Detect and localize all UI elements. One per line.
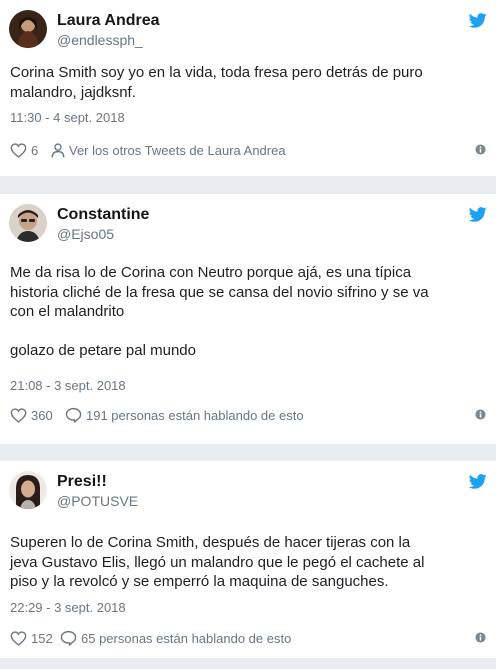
tweet-text: Superen lo de Corina Smith, después de h… [10, 534, 425, 590]
tweet-card-2: Constantine @Ejso05 Me da risa lo de Cor… [0, 194, 496, 444]
secondary-action-label: Ver los otros Tweets de Laura Andrea [69, 142, 286, 158]
user-handle[interactable]: @Ejso05 [57, 226, 114, 242]
like-button[interactable]: 6 [10, 140, 38, 160]
tweet-timestamp[interactable]: 21:08 - 3 sept. 2018 [10, 378, 126, 393]
comment-icon [65, 407, 82, 423]
display-name[interactable]: Laura Andrea [57, 12, 160, 30]
twitter-bird-icon[interactable] [469, 474, 487, 489]
info-icon[interactable] [475, 632, 486, 643]
tweet-timestamp[interactable]: 22:29 - 3 sept. 2018 [10, 600, 126, 615]
twitter-bird-icon[interactable] [469, 207, 487, 222]
like-button[interactable]: 152 [10, 628, 53, 648]
tweet-actions: 6 Ver los otros Tweets de Laura Andrea [10, 140, 486, 160]
display-name[interactable]: Presi!! [57, 473, 107, 491]
secondary-action-label: 191 personas están hablando de esto [86, 407, 304, 423]
secondary-action-link[interactable]: Ver los otros Tweets de Laura Andrea [51, 140, 286, 160]
info-icon[interactable] [475, 144, 486, 155]
heart-icon [10, 407, 27, 423]
comment-icon [60, 630, 77, 646]
tweet-actions: 152 65 personas están hablando de esto [10, 628, 486, 648]
secondary-action-label: 65 personas están hablando de esto [81, 630, 292, 646]
avatar[interactable] [9, 204, 47, 242]
user-handle[interactable]: @endlessph_ [57, 32, 143, 48]
avatar[interactable] [9, 10, 47, 48]
person-icon [51, 142, 65, 157]
tweet-text: Me da risa lo de Corina con Neutro porqu… [10, 264, 429, 359]
heart-icon [10, 142, 27, 158]
avatar[interactable] [9, 471, 47, 509]
user-handle[interactable]: @POTUSVE [57, 493, 138, 509]
like-count: 152 [31, 630, 53, 646]
tweet-text: Corina Smith soy yo en la vida, toda fre… [10, 64, 423, 101]
tweet-card-1: Laura Andrea @endlessph_ Corina Smith so… [0, 0, 496, 176]
like-button[interactable]: 360 [10, 405, 53, 425]
display-name[interactable]: Constantine [57, 206, 149, 224]
twitter-bird-icon[interactable] [469, 13, 487, 28]
secondary-action-link[interactable]: 65 personas están hablando de esto [60, 628, 291, 648]
like-count: 360 [31, 407, 53, 423]
tweet-card-3: Presi!! @POTUSVE Superen lo de Corina Sm… [0, 461, 496, 658]
secondary-action-link[interactable]: 191 personas están hablando de esto [65, 405, 304, 425]
tweet-timestamp[interactable]: 11:30 - 4 sept. 2018 [10, 110, 125, 125]
tweet-actions: 360 191 personas están hablando de esto [10, 405, 486, 425]
heart-icon [10, 630, 27, 646]
info-icon[interactable] [475, 409, 486, 420]
like-count: 6 [31, 142, 39, 158]
